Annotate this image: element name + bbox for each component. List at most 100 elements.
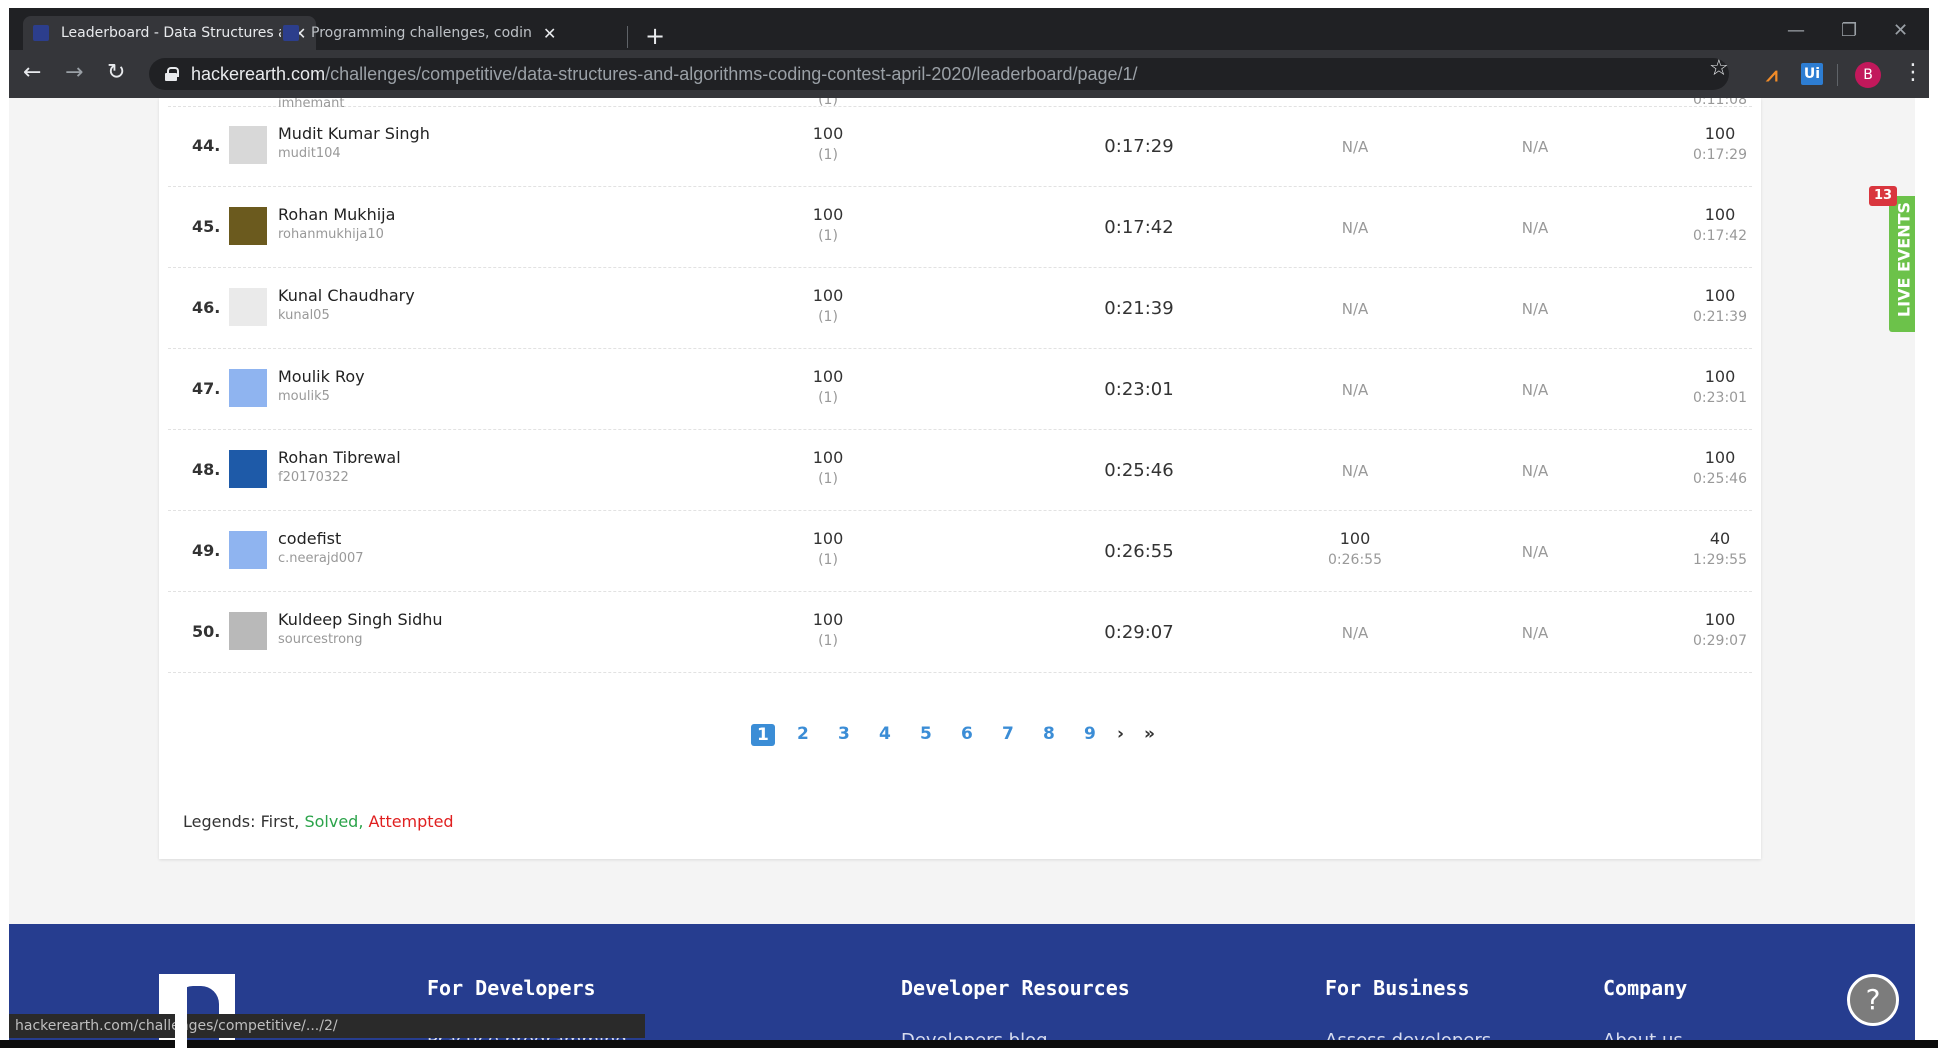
footer-heading-resources: Developer Resources <box>901 976 1130 1000</box>
live-events-tab[interactable]: LIVE EVENTS <box>1889 196 1915 332</box>
problem-2-score: N/A <box>1341 381 1369 399</box>
problem-3-score: N/A <box>1521 624 1549 642</box>
bookmark-star-icon[interactable]: ☆ <box>1709 56 1729 81</box>
page-4[interactable]: 4 <box>879 724 891 744</box>
pagination: 1 2 3 4 5 6 7 8 9 › » <box>159 720 1761 750</box>
problem-1-score: 100 <box>812 205 844 224</box>
problem-2-score: N/A <box>1341 138 1369 156</box>
problem-1-score: 100 <box>812 286 844 305</box>
legend-attempted: Attempted <box>368 812 454 831</box>
restore-icon[interactable]: ❐ <box>1841 20 1857 41</box>
problem-3-score: N/A <box>1521 381 1549 399</box>
problem-1-time: 0:17:42 <box>1104 217 1174 238</box>
user-handle[interactable]: rohanmukhija10 <box>278 227 384 242</box>
total-time: 1:29:55 <box>1693 552 1747 568</box>
problem-2-time: 0:26:55 <box>1328 552 1382 568</box>
rank: 46. <box>192 298 221 317</box>
page-5[interactable]: 5 <box>920 724 932 744</box>
next-page-icon[interactable]: › <box>1117 724 1124 744</box>
total-score: 100 <box>1704 610 1736 629</box>
hackerearth-favicon-icon <box>33 25 49 41</box>
browser-menu-icon[interactable]: ⋮ <box>1902 60 1924 85</box>
user-handle[interactable]: kunal05 <box>278 308 330 323</box>
reload-icon[interactable]: ↻ <box>107 60 125 85</box>
problem-2-score: 100 <box>1339 529 1371 548</box>
page-2[interactable]: 2 <box>797 724 809 744</box>
page-viewport: imhemant (1) 0:11:08 44. Mudit Kumar Sing… <box>9 98 1915 1048</box>
lock-icon <box>165 67 179 81</box>
user-name[interactable]: codefist <box>278 529 341 548</box>
forward-icon[interactable]: → <box>65 60 83 85</box>
table-row: 44. Mudit Kumar Singh mudit104 100 (1) 0:17:2… <box>168 106 1752 187</box>
problem-2-score: N/A <box>1341 219 1369 237</box>
attempts: (1) <box>818 390 838 406</box>
minimize-icon[interactable]: — <box>1787 20 1805 41</box>
avatar <box>229 369 267 407</box>
back-icon[interactable]: ← <box>23 60 41 85</box>
user-handle[interactable]: c.neerajd007 <box>278 551 364 566</box>
extension-ui-icon[interactable]: Ui <box>1801 63 1823 85</box>
table-row: 48. Rohan Tibrewal f20170322 100 (1) 0:25:46 N… <box>168 430 1752 511</box>
help-icon[interactable]: ? <box>1847 974 1899 1026</box>
avatar <box>229 126 267 164</box>
avatar <box>229 612 267 650</box>
page-9[interactable]: 9 <box>1084 724 1096 744</box>
attempts: (1) <box>818 633 838 649</box>
tab-programming-challenges[interactable]: Programming challenges, coding contests … <box>273 16 566 50</box>
problem-1-time: 0:26:55 <box>1104 541 1174 562</box>
table-row: 46. Kunal Chaudhary kunal05 100 (1) 0:21:39 N/… <box>168 268 1752 349</box>
problem-1-score: 100 <box>812 124 844 143</box>
page-1[interactable]: 1 <box>751 724 775 746</box>
user-handle[interactable]: moulik5 <box>278 389 330 404</box>
page-7[interactable]: 7 <box>1002 724 1014 744</box>
leaderboard-card: imhemant (1) 0:11:08 44. Mudit Kumar Sing… <box>159 98 1761 859</box>
extension-a-icon[interactable]: ⩘ <box>1761 62 1783 86</box>
tab-title: Programming challenges, coding contests <box>311 25 531 41</box>
close-window-icon[interactable]: ✕ <box>1893 20 1908 41</box>
tab-separator <box>627 26 628 48</box>
user-handle[interactable]: f20170322 <box>278 470 349 485</box>
total-score: 100 <box>1704 205 1736 224</box>
rank: 44. <box>192 136 221 155</box>
user-handle[interactable]: sourcestrong <box>278 632 363 647</box>
problem-1-score: 100 <box>812 529 844 548</box>
attempts: (1) <box>818 147 838 163</box>
total-time: 0:23:01 <box>1693 390 1747 406</box>
rank: 49. <box>192 541 221 560</box>
rank: 50. <box>192 622 221 641</box>
close-tab-icon[interactable]: ✕ <box>543 24 556 43</box>
problem-1-time: 0:17:29 <box>1104 136 1174 157</box>
user-name[interactable]: Rohan Tibrewal <box>278 448 401 467</box>
legend-solved: Solved, <box>304 812 364 831</box>
total-time: 0:17:29 <box>1693 147 1747 163</box>
user-name[interactable]: Moulik Roy <box>278 367 365 386</box>
user-handle[interactable]: mudit104 <box>278 146 341 161</box>
problem-3-score: N/A <box>1521 219 1549 237</box>
profile-avatar[interactable]: B <box>1855 62 1881 88</box>
address-bar[interactable]: hackerearth.com/challenges/competitive/d… <box>149 58 1729 90</box>
user-name[interactable]: Rohan Mukhija <box>278 205 395 224</box>
avatar <box>229 531 267 569</box>
new-tab-icon[interactable]: + <box>645 22 665 50</box>
user-name[interactable]: Kunal Chaudhary <box>278 286 415 305</box>
avatar <box>229 450 267 488</box>
rank: 48. <box>192 460 221 479</box>
total-score: 100 <box>1704 286 1736 305</box>
problem-3-score: N/A <box>1521 543 1549 561</box>
total-score: 100 <box>1704 124 1736 143</box>
table-row: 47. Moulik Roy moulik5 100 (1) 0:23:01 N/A N/A 1… <box>168 349 1752 430</box>
user-name[interactable]: Kuldeep Singh Sidhu <box>278 610 443 629</box>
page-3[interactable]: 3 <box>838 724 850 744</box>
user-name[interactable]: Mudit Kumar Singh <box>278 124 430 143</box>
page-8[interactable]: 8 <box>1043 724 1055 744</box>
problem-1-score: 100 <box>812 610 844 629</box>
last-page-icon[interactable]: » <box>1144 724 1155 744</box>
page-6[interactable]: 6 <box>961 724 973 744</box>
avatar <box>229 207 267 245</box>
total-time: 0:29:07 <box>1693 633 1747 649</box>
problem-1-score: 100 <box>812 448 844 467</box>
total-time: 0:25:46 <box>1693 471 1747 487</box>
problem-3-score: N/A <box>1521 138 1549 156</box>
footer-heading-developers: For Developers <box>427 976 596 1000</box>
problem-1-time: 0:25:46 <box>1104 460 1174 481</box>
